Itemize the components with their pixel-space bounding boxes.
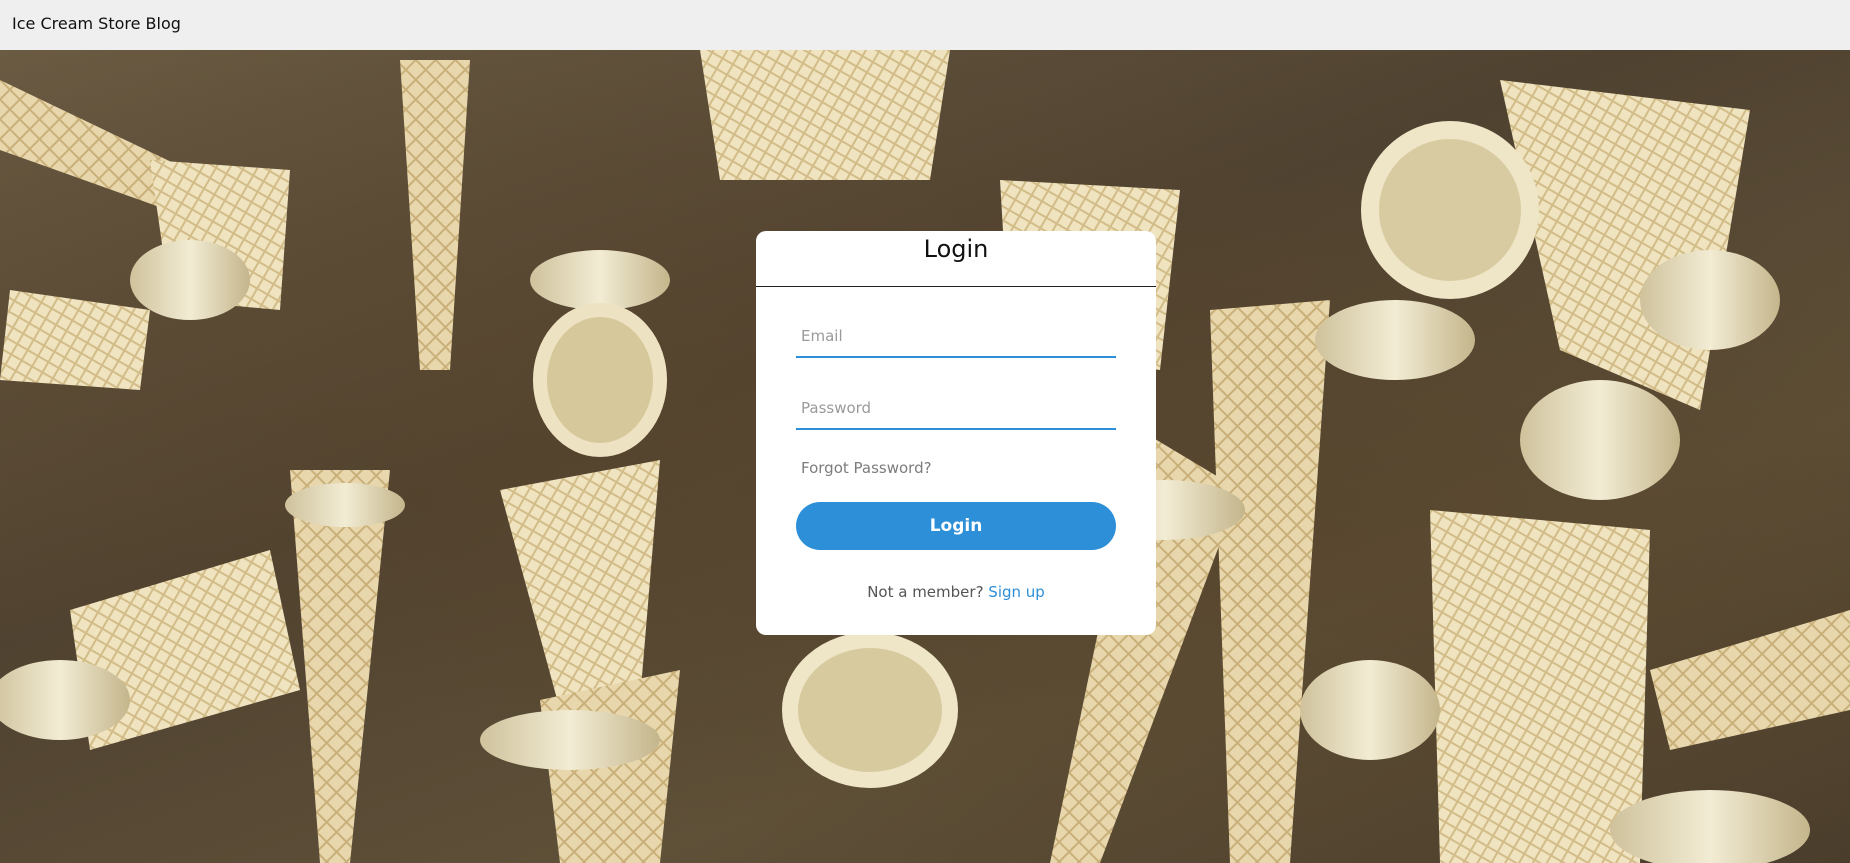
- email-input[interactable]: [796, 314, 1116, 358]
- password-input[interactable]: [796, 386, 1116, 430]
- login-title: Login: [756, 231, 1156, 287]
- top-nav-bar: Ice Cream Store Blog: [0, 0, 1850, 50]
- login-card: Login: [756, 231, 1156, 635]
- site-brand[interactable]: Ice Cream Store Blog: [12, 14, 181, 33]
- forgot-password-link[interactable]: Forgot Password?: [801, 459, 932, 477]
- login-button[interactable]: Login: [796, 502, 1116, 550]
- signup-link[interactable]: Sign up: [988, 583, 1045, 601]
